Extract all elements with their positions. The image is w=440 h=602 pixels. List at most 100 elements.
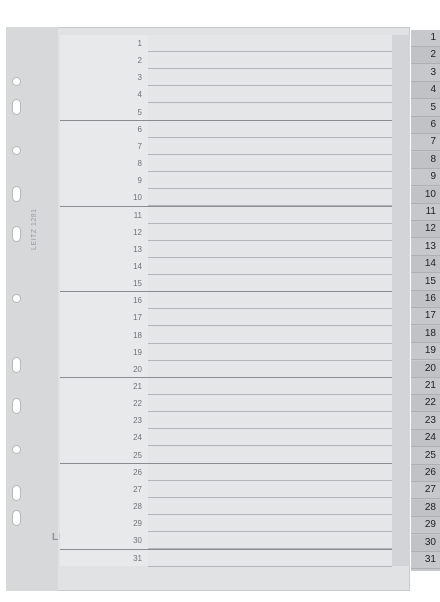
entry-field[interactable] — [148, 463, 392, 480]
entry-field[interactable] — [148, 360, 392, 377]
entry-field[interactable] — [148, 412, 392, 429]
entry-field[interactable] — [148, 69, 392, 86]
index-tab[interactable]: 10 — [411, 186, 440, 204]
punch-hole — [12, 445, 21, 454]
index-tab[interactable]: 18 — [411, 325, 440, 343]
index-row: 19 — [60, 343, 392, 361]
entry-field[interactable] — [148, 86, 392, 103]
index-row: 3 — [60, 69, 392, 87]
row-number: 31 — [133, 553, 142, 563]
index-tab[interactable]: 21 — [411, 378, 440, 395]
entry-field[interactable] — [148, 172, 392, 189]
index-tab[interactable]: 23 — [411, 413, 440, 430]
index-tab[interactable]: 5 — [411, 100, 440, 117]
entry-field[interactable] — [148, 395, 392, 412]
index-tab[interactable]: 25 — [411, 448, 440, 465]
index-tab[interactable]: 4 — [411, 82, 440, 100]
row-number: 16 — [133, 296, 142, 306]
entry-field[interactable] — [148, 532, 392, 549]
entry-field[interactable] — [148, 103, 392, 120]
row-number: 15 — [133, 279, 142, 289]
index-tab[interactable]: 7 — [411, 134, 440, 152]
index-row: 30 — [60, 532, 392, 550]
entry-field[interactable] — [148, 309, 392, 326]
entry-field[interactable] — [148, 35, 392, 51]
index-row: 20 — [60, 360, 392, 378]
entry-field[interactable] — [148, 498, 392, 515]
row-number: 18 — [133, 330, 142, 340]
entry-field[interactable] — [148, 206, 392, 223]
index-row: 16 — [60, 292, 392, 310]
row-number: 30 — [133, 536, 142, 546]
index-tab[interactable]: 27 — [411, 482, 440, 500]
index-tab[interactable]: 14 — [411, 256, 440, 274]
index-tab[interactable]: 15 — [411, 274, 440, 291]
row-number: 3 — [137, 73, 142, 83]
index-tab[interactable]: 30 — [411, 534, 440, 552]
row-line — [148, 565, 392, 567]
row-number: 27 — [133, 484, 142, 494]
entry-field[interactable] — [148, 155, 392, 172]
entry-field[interactable] — [148, 326, 392, 343]
index-tab[interactable]: 19 — [411, 343, 440, 361]
entry-field[interactable] — [148, 52, 392, 69]
index-row: 17 — [60, 309, 392, 327]
entry-field[interactable] — [148, 549, 392, 566]
entry-field[interactable] — [148, 292, 392, 309]
row-number: 8 — [137, 159, 142, 169]
entry-field[interactable] — [148, 446, 392, 463]
entry-field[interactable] — [148, 120, 392, 137]
index-tab[interactable]: 13 — [411, 239, 440, 256]
index-tab[interactable]: 22 — [411, 395, 440, 413]
index-row: 31 — [60, 549, 392, 567]
entry-field[interactable] — [148, 189, 392, 206]
index-tab[interactable]: 3 — [411, 65, 440, 82]
index-row: 26 — [60, 463, 392, 481]
index-row: 14 — [60, 257, 392, 275]
index-tab[interactable]: 1 — [411, 30, 440, 47]
index-tab[interactable]: 12 — [411, 221, 440, 239]
row-number: 10 — [133, 193, 142, 203]
index-tab[interactable]: 8 — [411, 151, 440, 169]
index-tab[interactable]: 11 — [411, 204, 440, 221]
entry-field[interactable] — [148, 378, 392, 394]
index-tab[interactable]: 26 — [411, 465, 440, 482]
entry-field[interactable] — [148, 275, 392, 292]
index-tab[interactable]: 29 — [411, 517, 440, 535]
row-number: 14 — [133, 261, 142, 271]
row-number: 28 — [133, 502, 142, 512]
index-tab[interactable]: 16 — [411, 291, 440, 308]
entry-field[interactable] — [148, 257, 392, 274]
entry-field[interactable] — [148, 223, 392, 240]
index-tab[interactable]: 17 — [411, 308, 440, 326]
index-row: 10 — [60, 189, 392, 207]
index-row: 15 — [60, 275, 392, 293]
punch-hole — [12, 510, 21, 526]
index-row: 27 — [60, 480, 392, 498]
index-row: 13 — [60, 240, 392, 258]
index-tab[interactable]: 24 — [411, 430, 440, 448]
index-row: 8 — [60, 155, 392, 173]
index-row: 29 — [60, 515, 392, 533]
index-divider: LEITZ 1281 LEITZ 12345678910111213141516… — [0, 0, 440, 602]
index-tab[interactable]: 2 — [411, 47, 440, 65]
entry-field[interactable] — [148, 240, 392, 257]
index-tab[interactable]: 20 — [411, 360, 440, 378]
index-row: 2 — [60, 52, 392, 70]
entry-field[interactable] — [148, 480, 392, 497]
edge-strip — [392, 35, 410, 566]
index-tab[interactable]: 28 — [411, 499, 440, 517]
row-number: 25 — [133, 450, 142, 460]
entry-field[interactable] — [148, 343, 392, 360]
row-number: 23 — [133, 416, 142, 426]
entry-field[interactable] — [148, 429, 392, 446]
entry-field[interactable] — [148, 515, 392, 532]
index-tab[interactable]: 9 — [411, 169, 440, 187]
row-number: 19 — [133, 347, 142, 357]
index-tab[interactable]: 6 — [411, 117, 440, 134]
index-row: 12 — [60, 223, 392, 241]
row-number: 26 — [133, 467, 142, 477]
index-tab[interactable]: 31 — [411, 552, 440, 569]
row-number: 21 — [133, 382, 142, 391]
entry-field[interactable] — [148, 137, 392, 154]
